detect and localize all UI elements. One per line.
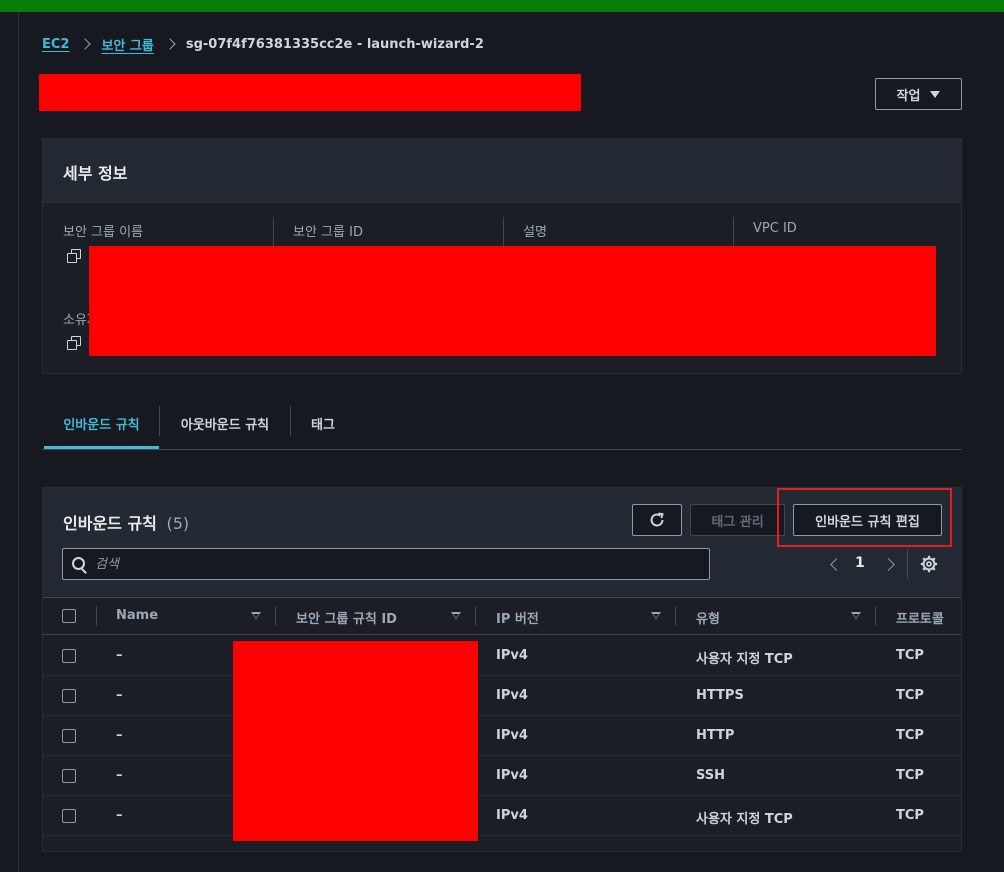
field-divider (503, 217, 504, 247)
table-row[interactable]: – IPv4 사용자 지정 TCP TCP (43, 796, 961, 836)
chevron-right-icon (164, 34, 176, 54)
cell-type: 사용자 지정 TCP (696, 652, 793, 667)
table-row[interactable]: – IPv4 SSH TCP (43, 756, 961, 796)
breadcrumb: EC2 보안 그룹 sg-07f4f76381335cc2e - launch-… (42, 34, 484, 54)
page-title-redacted (39, 74, 581, 111)
row-checkbox[interactable] (62, 689, 76, 703)
cell-ip-version: IPv4 (496, 688, 528, 703)
breadcrumb-ec2-link[interactable]: EC2 (42, 37, 69, 52)
field-label-description: 설명 (523, 225, 547, 240)
sort-icon[interactable] (651, 612, 661, 619)
cell-name: – (116, 728, 123, 743)
sort-icon[interactable] (251, 612, 261, 619)
column-divider (875, 606, 876, 626)
cell-ip-version: IPv4 (496, 648, 528, 663)
chevron-right-icon (79, 34, 91, 54)
row-checkbox[interactable] (62, 769, 76, 783)
cell-name: – (116, 648, 123, 663)
details-header: 세부 정보 (43, 139, 961, 203)
cell-ip-version: IPv4 (496, 768, 528, 783)
cell-protocol: TCP (896, 688, 924, 703)
column-divider (96, 606, 97, 626)
search-box (62, 548, 710, 580)
field-label-sg-id: 보안 그룹 ID (293, 225, 363, 240)
gear-icon[interactable] (920, 555, 938, 573)
field-label-vpc-id: VPC ID (753, 221, 797, 236)
copy-icon[interactable] (67, 336, 81, 350)
cell-name: – (116, 808, 123, 823)
column-divider (675, 606, 676, 626)
inbound-rules-title: 인바운드 규칙 (5) (63, 510, 189, 534)
breadcrumb-security-groups-link[interactable]: 보안 그룹 (101, 35, 153, 54)
cell-protocol: TCP (896, 808, 924, 823)
cell-ip-version: IPv4 (496, 808, 528, 823)
rule-ids-redacted (233, 641, 478, 841)
rules-table-header: Name 보안 그룹 규칙 ID IP 버전 유형 프로토콜 (43, 597, 961, 635)
column-header-ip-version[interactable]: IP 버전 (496, 608, 539, 627)
cell-type: HTTP (696, 728, 735, 743)
tab-inbound-rules[interactable]: 인바운드 규칙 (44, 398, 159, 449)
cell-protocol: TCP (896, 768, 924, 783)
row-checkbox[interactable] (62, 809, 76, 823)
tab-bar: 인바운드 규칙 아웃바운드 규칙 태그 (42, 398, 962, 450)
refresh-icon (650, 512, 664, 527)
table-row[interactable]: – IPv4 HTTPS TCP (43, 676, 961, 716)
details-title: 세부 정보 (63, 164, 128, 183)
caret-down-icon (930, 90, 941, 98)
column-header-protocol[interactable]: 프로토콜 (896, 608, 944, 627)
manage-tags-button[interactable]: 태그 관리 (690, 504, 785, 536)
search-input[interactable] (95, 549, 695, 579)
tab-outbound-rules[interactable]: 아웃바운드 규칙 (160, 398, 290, 448)
details-values-redacted (89, 246, 936, 356)
top-status-bar (0, 0, 1004, 12)
cell-name: – (116, 768, 123, 783)
page: EC2 보안 그룹 sg-07f4f76381335cc2e - launch-… (0, 0, 1004, 872)
row-checkbox[interactable] (62, 729, 76, 743)
copy-icon[interactable] (67, 249, 81, 263)
pagination-next-icon[interactable] (884, 557, 896, 571)
tab-tags[interactable]: 태그 (291, 398, 355, 448)
inbound-rules-title-text: 인바운드 규칙 (63, 514, 157, 533)
column-divider (475, 606, 476, 626)
actions-dropdown-button[interactable]: 작업 (875, 78, 962, 110)
pagination-divider (907, 548, 908, 580)
cell-name: – (116, 688, 123, 703)
refresh-button[interactable] (632, 504, 682, 536)
cell-protocol: TCP (896, 648, 924, 663)
field-label-sg-name: 보안 그룹 이름 (63, 225, 144, 240)
column-divider (275, 606, 276, 626)
field-divider (273, 217, 274, 247)
highlight-annotation-box (777, 488, 952, 547)
column-header-type[interactable]: 유형 (696, 608, 720, 627)
pagination-prev-icon[interactable] (828, 557, 840, 571)
field-divider (733, 217, 734, 247)
table-row[interactable]: – IPv4 사용자 지정 TCP TCP (43, 636, 961, 676)
select-all-checkbox[interactable] (62, 609, 76, 623)
cell-protocol: TCP (896, 728, 924, 743)
search-icon (72, 557, 88, 573)
pagination-current-page[interactable]: 1 (855, 555, 865, 571)
table-row[interactable]: – IPv4 HTTP TCP (43, 716, 961, 756)
row-checkbox[interactable] (62, 649, 76, 663)
actions-button-label: 작업 (896, 88, 921, 104)
breadcrumb-current: sg-07f4f76381335cc2e - launch-wizard-2 (185, 36, 484, 52)
cell-ip-version: IPv4 (496, 728, 528, 743)
column-header-rule-id[interactable]: 보안 그룹 규칙 ID (296, 608, 397, 627)
cell-type: HTTPS (696, 688, 744, 703)
cell-type: SSH (696, 768, 726, 783)
sort-icon[interactable] (851, 612, 861, 619)
sort-icon[interactable] (451, 612, 461, 619)
column-header-name[interactable]: Name (116, 608, 158, 623)
inbound-rules-count: (5) (166, 514, 190, 533)
cell-type: 사용자 지정 TCP (696, 812, 793, 827)
